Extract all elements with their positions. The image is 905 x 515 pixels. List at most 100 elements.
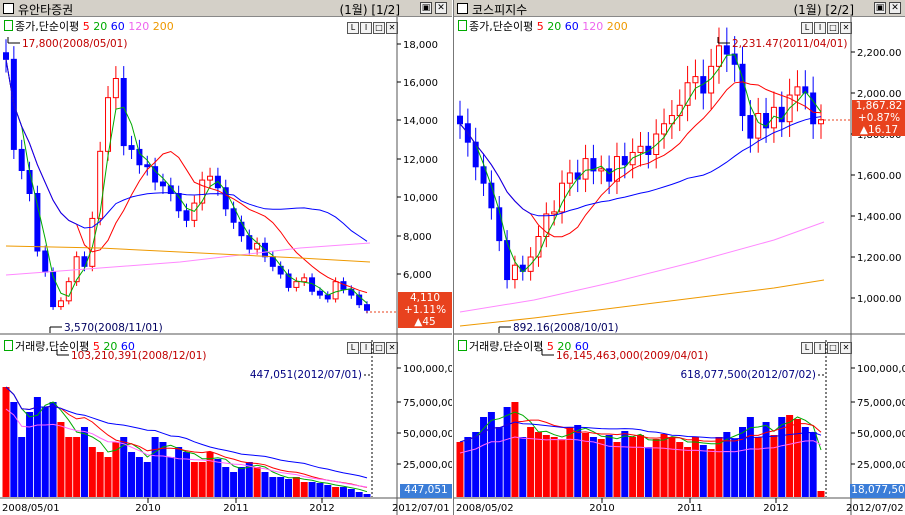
volume-bar [699,445,707,497]
volume-bar [723,432,731,497]
volume-bar [731,439,739,497]
volume-bar [589,437,597,497]
current-price-box: 4,110 +1.11% ▲45 [398,292,452,328]
volume-bar [88,447,96,497]
candle-body [18,148,25,172]
volume-bar [300,482,308,497]
volume-bar [190,462,198,497]
candle-body [692,76,699,84]
date-tick-label: 2008/05/01 [2,503,60,514]
candle-body [332,281,339,300]
volume-bar [801,427,809,497]
volume-bar [472,432,480,497]
date-tick-label: 2011 [223,503,248,514]
price-tick-label: 1,200.00 [857,253,902,264]
volume-bar [18,437,26,497]
volume-bar [597,439,605,497]
candle-body [794,86,801,96]
candle-body [582,158,589,180]
volume-bar [2,387,10,497]
index-chart[interactable]: 2,200.002,000.001,800.001,600.001,400.00… [454,0,905,515]
price-tick-label: 12,000 [403,155,438,166]
current-price-box: 1,867.82 +0.87% ▲16.17 [852,100,905,136]
volume-bar [566,427,574,497]
candle-body [144,164,151,168]
volume-bar [332,487,340,497]
volume-bar [120,437,128,497]
candle-body [715,45,722,67]
candle-body [551,211,558,215]
chart-panel-kospi[interactable]: 코스피지수 (1월) [2/2] ▣ ✕ L I □ ✕ L I □ ✕ 종가,단순이평 5… [453,0,905,515]
candle-body [65,281,72,302]
volume-bar [214,459,222,497]
volume-bar [96,452,104,497]
moving-average-line [5,59,368,294]
volume-bar [684,447,692,497]
candle-body [661,123,668,135]
low-annotation: 3,570(2008/11/01) [64,322,163,334]
date-tick-label: 2010 [135,503,160,514]
current-volume-box: 18,077,50 [850,484,905,498]
candle-body [34,193,41,252]
volume-bar [167,457,175,497]
volume-bar [253,467,261,497]
price-tick-label: 14,000 [403,116,438,127]
volume-bar [230,472,238,497]
volume-bar [269,477,277,497]
candle-body [598,168,605,172]
volume-bar [503,407,511,497]
volume-tick-label: 25,000,000 [403,460,452,471]
volume-bar [558,439,566,497]
volume-bar [347,489,355,497]
candle-body [778,106,785,123]
volume-bar [237,467,245,497]
volume-tick-label: 100,000,00 [403,364,452,375]
volume-bar [582,433,590,497]
candle-body [26,170,33,194]
stock-chart[interactable]: 18,000 16,000 14,000 12,000 10,000 8,000 6,000… [0,0,452,515]
volume-bar [159,442,167,497]
volume-bar [316,483,324,497]
volume-bar [668,437,676,497]
candle-body [810,92,817,125]
volume-bar [534,432,542,497]
candle-body [511,264,518,281]
candle-body [770,106,777,129]
volume-bar [261,472,269,497]
candle-body [621,156,628,166]
candle-body [207,175,214,181]
current-volume-box: 447,051 [400,484,452,498]
volume-bar [363,494,371,497]
high-annotation: 17,800(2008/05/01) [22,38,127,50]
volume-bar [57,422,65,497]
low-annotation: 892.16(2008/10/01) [513,322,618,334]
last-volume-annotation: 618,077,500(2012/07/02) [680,369,816,381]
candle-body [238,221,245,237]
volume-bar [495,427,503,497]
date-tick-label: 2012/07/02 [846,503,904,514]
candle-body [3,52,9,60]
volume-bar [308,482,316,497]
candle-body [723,45,730,55]
volume-bar [754,437,762,497]
candle-body [293,281,300,288]
volume-bar [175,447,183,497]
volume-bar [817,491,825,497]
price-tick-label: 10,000 [403,193,438,204]
volume-bar [128,452,136,497]
date-tick-label: 2010 [589,503,614,514]
price-tick-label: 2,000.00 [857,89,902,100]
volume-high-annotation: 103,210,391(2008/12/01) [71,350,207,362]
volume-bar [49,402,57,497]
candle-body [128,145,135,150]
volume-bar [80,427,88,497]
volume-bar [26,412,34,497]
volume-bar [519,437,527,497]
candle-body [112,78,119,99]
candle-body [97,150,104,219]
volume-bar [285,479,293,497]
date-tick-label: 2008/05/02 [456,503,514,514]
volume-bar [324,485,332,497]
chart-panel-yuanta[interactable]: 유안타증권 (1월) [1/2] ▣ ✕ L I □ ✕ L I □ ✕ 종가,단순이평 5… [0,0,452,515]
volume-bar [793,419,801,497]
